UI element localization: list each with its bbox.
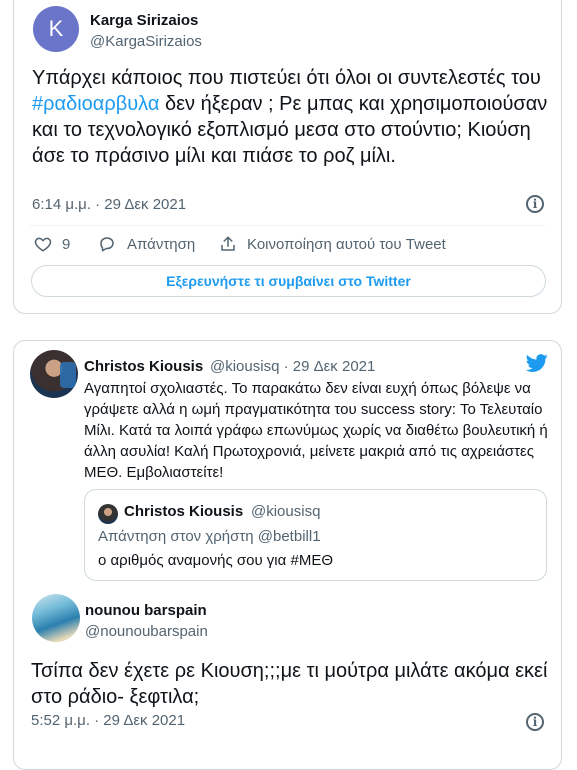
timestamp[interactable]: 6:14 μ.μ. · 29 Δεκ 2021 bbox=[32, 196, 186, 213]
reply-icon bbox=[100, 237, 114, 252]
avatar[interactable] bbox=[32, 594, 80, 642]
info-icon[interactable]: i bbox=[526, 195, 544, 213]
embedded-tweet-card: K Karga Sirizaios @KargaSirizaios Υπάρχε… bbox=[13, 0, 562, 314]
author-name[interactable]: Christos Kiousis bbox=[84, 358, 203, 375]
hashtag-link[interactable]: #ραδιοαρβυλα bbox=[32, 93, 159, 115]
tweet-text-part: Υπάρχει κάποιος που πιστεύει ότι όλοι οι… bbox=[32, 67, 541, 89]
like-count: 9 bbox=[62, 235, 71, 253]
tweet-text: Υπάρχει κάποιος που πιστεύει ότι όλοι οι… bbox=[32, 65, 552, 169]
twitter-bird-icon[interactable] bbox=[526, 353, 548, 373]
timestamp[interactable]: 5:52 μ.μ. · 29 Δεκ 2021 bbox=[31, 712, 185, 729]
divider bbox=[30, 225, 545, 226]
author-handle[interactable]: @KargaSirizaios bbox=[90, 33, 202, 50]
embedded-tweet-card: Christos Kiousis @kiousisq · 29 Δεκ 2021… bbox=[13, 340, 562, 770]
share-icon bbox=[221, 236, 235, 251]
author-name[interactable]: nounou barspain bbox=[85, 602, 207, 619]
tweet-text: Αγαπητοί σχολιαστές. Το παρακάτω δεν είν… bbox=[84, 380, 548, 481]
explore-label: Εξερευνήστε τι συμβαίνει στο Twitter bbox=[166, 273, 411, 289]
share-button[interactable]: Κοινοποίηση αυτού του Tweet bbox=[219, 235, 446, 253]
share-label: Κοινοποίηση αυτού του Tweet bbox=[247, 235, 446, 253]
quote-author-handle: @kiousisq bbox=[251, 503, 321, 520]
reply-label: Απάντηση bbox=[127, 235, 196, 253]
heart-icon bbox=[34, 237, 52, 252]
author-name[interactable]: Karga Sirizaios bbox=[90, 12, 198, 29]
reply-button[interactable]: Απάντηση bbox=[97, 235, 195, 253]
explore-twitter-button[interactable]: Εξερευνήστε τι συμβαίνει στο Twitter bbox=[31, 265, 546, 297]
avatar[interactable] bbox=[30, 350, 78, 398]
author-handle-date[interactable]: @kiousisq · 29 Δεκ 2021 bbox=[210, 358, 375, 375]
avatar-letter: K bbox=[48, 16, 64, 41]
info-icon[interactable]: i bbox=[526, 713, 544, 731]
tweet-text: Τσίπα δεν έχετε ρε Κιουση;;;με τι μούτρα… bbox=[31, 660, 548, 708]
avatar bbox=[98, 504, 118, 524]
like-button[interactable]: 9 bbox=[34, 235, 70, 253]
avatar[interactable]: K bbox=[33, 6, 79, 52]
quote-author-name: Christos Kiousis bbox=[124, 503, 244, 520]
quote-reply-to: Απάντηση στον χρήστη @betbill1 bbox=[98, 528, 321, 545]
author-handle[interactable]: @nounoubarspain bbox=[85, 623, 208, 640]
quoted-tweet[interactable]: Christos Kiousis @kiousisq Απάντηση στον… bbox=[84, 489, 547, 581]
quote-text: ο αριθμός αναμονής σου για #ΜΕΘ bbox=[98, 552, 333, 569]
